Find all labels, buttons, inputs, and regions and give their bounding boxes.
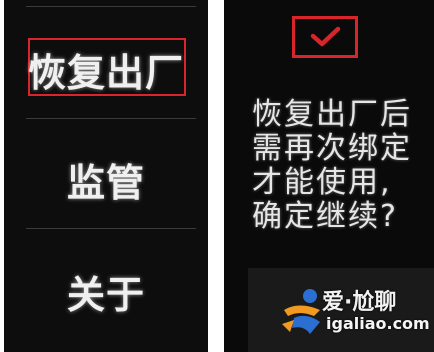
confirm-button[interactable] <box>292 16 358 58</box>
menu-item-supervision[interactable]: 监管 <box>4 152 208 207</box>
prompt-line: 才能使用, <box>252 165 392 200</box>
watermark-title: 爱·尬聊 <box>322 290 397 315</box>
checkmark-icon <box>310 26 341 47</box>
menu-divider <box>26 118 196 119</box>
brand-logo-icon <box>282 289 320 334</box>
screenshot-canvas: 恢复出厂 监管 关于 恢复出厂后 需再次绑定 才能使用, 确定继续? 爱·尬聊 … <box>0 0 434 352</box>
watermark-url: igaliao.com <box>326 314 430 333</box>
menu-item-label: 监管 <box>66 161 145 205</box>
menu-divider <box>26 6 196 7</box>
menu-item-label: 关于 <box>66 273 145 317</box>
confirm-prompt-text: 恢复出厂后 需再次绑定 才能使用, 确定继续? <box>252 98 434 234</box>
menu-item-factory-reset[interactable]: 恢复出厂 <box>4 42 208 97</box>
menu-divider <box>26 228 196 229</box>
prompt-line: 确定继续? <box>252 199 398 234</box>
menu-item-about[interactable]: 关于 <box>4 264 208 319</box>
menu-item-label: 恢复出厂 <box>27 51 184 95</box>
prompt-line: 需再次绑定 <box>252 131 412 166</box>
watch-screen-menu: 恢复出厂 监管 关于 <box>4 0 208 352</box>
watermark: 爱·尬聊 igaliao.com <box>280 282 430 344</box>
prompt-line: 恢复出厂后 <box>252 97 412 132</box>
